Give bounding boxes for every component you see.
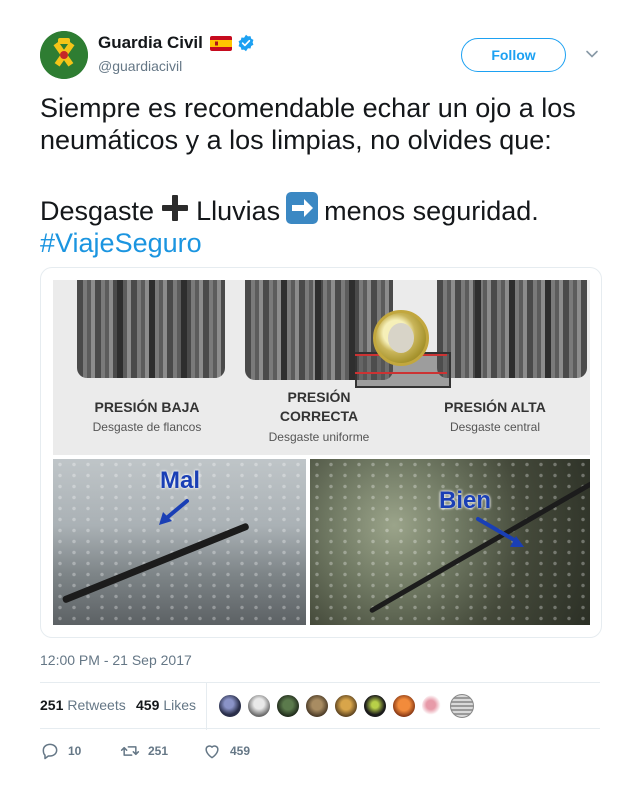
reply-button[interactable]: 10	[40, 741, 81, 761]
tweet-timestamp[interactable]: 12:00 PM - 21 Sep 2017	[40, 652, 192, 668]
tweet-line-1: Siempre es recomendable echar un ojo a l…	[40, 93, 576, 155]
likes-stat[interactable]: 459 Likes	[136, 697, 196, 713]
avatar[interactable]	[334, 694, 358, 718]
stats-bar: 251 Retweets 459 Likes	[40, 682, 600, 730]
tire-label-correct: PRESIÓN CORRECTA	[279, 389, 359, 424]
author-handle[interactable]: @guardiacivil	[98, 58, 255, 74]
author-name[interactable]: Guardia Civil	[98, 33, 203, 53]
tweet-text: Siempre es recomendable echar un ojo a l…	[40, 92, 600, 259]
tire-high	[437, 280, 587, 378]
author-info: Guardia Civil @guardiacivil	[98, 32, 255, 74]
tweet-line-2: Desgaste Lluvias menos seguridad.	[40, 192, 600, 227]
avatar[interactable]	[247, 694, 271, 718]
word-menos-seguridad: menos seguridad.	[324, 196, 539, 226]
retweet-count: 251	[148, 744, 169, 758]
tire-sub-correct: Desgaste uniforme	[268, 430, 370, 444]
spain-flag-icon	[209, 35, 232, 51]
chevron-down-icon[interactable]	[585, 47, 599, 61]
avatar[interactable]	[276, 694, 300, 718]
wiper-good-label: Bien	[439, 487, 492, 514]
arrow-down-right-icon	[476, 517, 524, 547]
wiper-bad-label: Mal	[160, 467, 201, 494]
avatar[interactable]	[363, 694, 387, 718]
tire-sub-high: Desgaste central	[449, 420, 541, 434]
hashtag-link[interactable]: #ViajeSeguro	[40, 228, 202, 258]
retweet-icon	[120, 746, 140, 756]
avatar[interactable]	[421, 694, 445, 718]
tweet-header: Guardia Civil @guardiacivil Follow	[40, 31, 600, 81]
avatar[interactable]	[450, 694, 474, 718]
reply-icon	[42, 743, 58, 760]
retweets-stat[interactable]: 251 Retweets	[40, 697, 126, 713]
word-desgaste: Desgaste	[40, 196, 155, 226]
avatar[interactable]	[218, 694, 242, 718]
tire-label-low: PRESIÓN BAJA	[94, 399, 200, 415]
avatar[interactable]	[40, 31, 88, 79]
like-button[interactable]: 459	[202, 741, 250, 761]
follow-button[interactable]: Follow	[461, 38, 566, 72]
liker-avatars	[218, 694, 479, 718]
tire-sub-low: Desgaste de flancos	[92, 420, 202, 434]
plus-emoji-icon	[162, 195, 189, 221]
wiper-bad-image: Mal	[53, 459, 306, 625]
right-arrow-emoji-icon	[286, 192, 319, 224]
arrow-down-left-icon	[159, 499, 189, 525]
word-lluvias: Lluvias	[196, 196, 281, 226]
heart-icon	[205, 745, 219, 759]
media-card[interactable]: PRESIÓN BAJA Desgaste de flancos PRESIÓN…	[40, 267, 602, 638]
avatar[interactable]	[305, 694, 329, 718]
verified-badge-icon	[237, 34, 255, 52]
tire-pressure-image: PRESIÓN BAJA Desgaste de flancos PRESIÓN…	[53, 280, 590, 455]
tire-label-high: PRESIÓN ALTA	[444, 399, 546, 415]
wiper-good-image: Bien	[310, 459, 590, 625]
euro-coin-icon	[373, 310, 429, 366]
tire-low	[77, 280, 225, 378]
avatar[interactable]	[392, 694, 416, 718]
guardia-civil-emblem-icon	[40, 31, 88, 79]
reply-count: 10	[68, 744, 82, 758]
like-count: 459	[230, 744, 251, 758]
tweet-actions: 10 251 459	[40, 741, 440, 763]
retweet-button[interactable]: 251	[120, 741, 168, 761]
